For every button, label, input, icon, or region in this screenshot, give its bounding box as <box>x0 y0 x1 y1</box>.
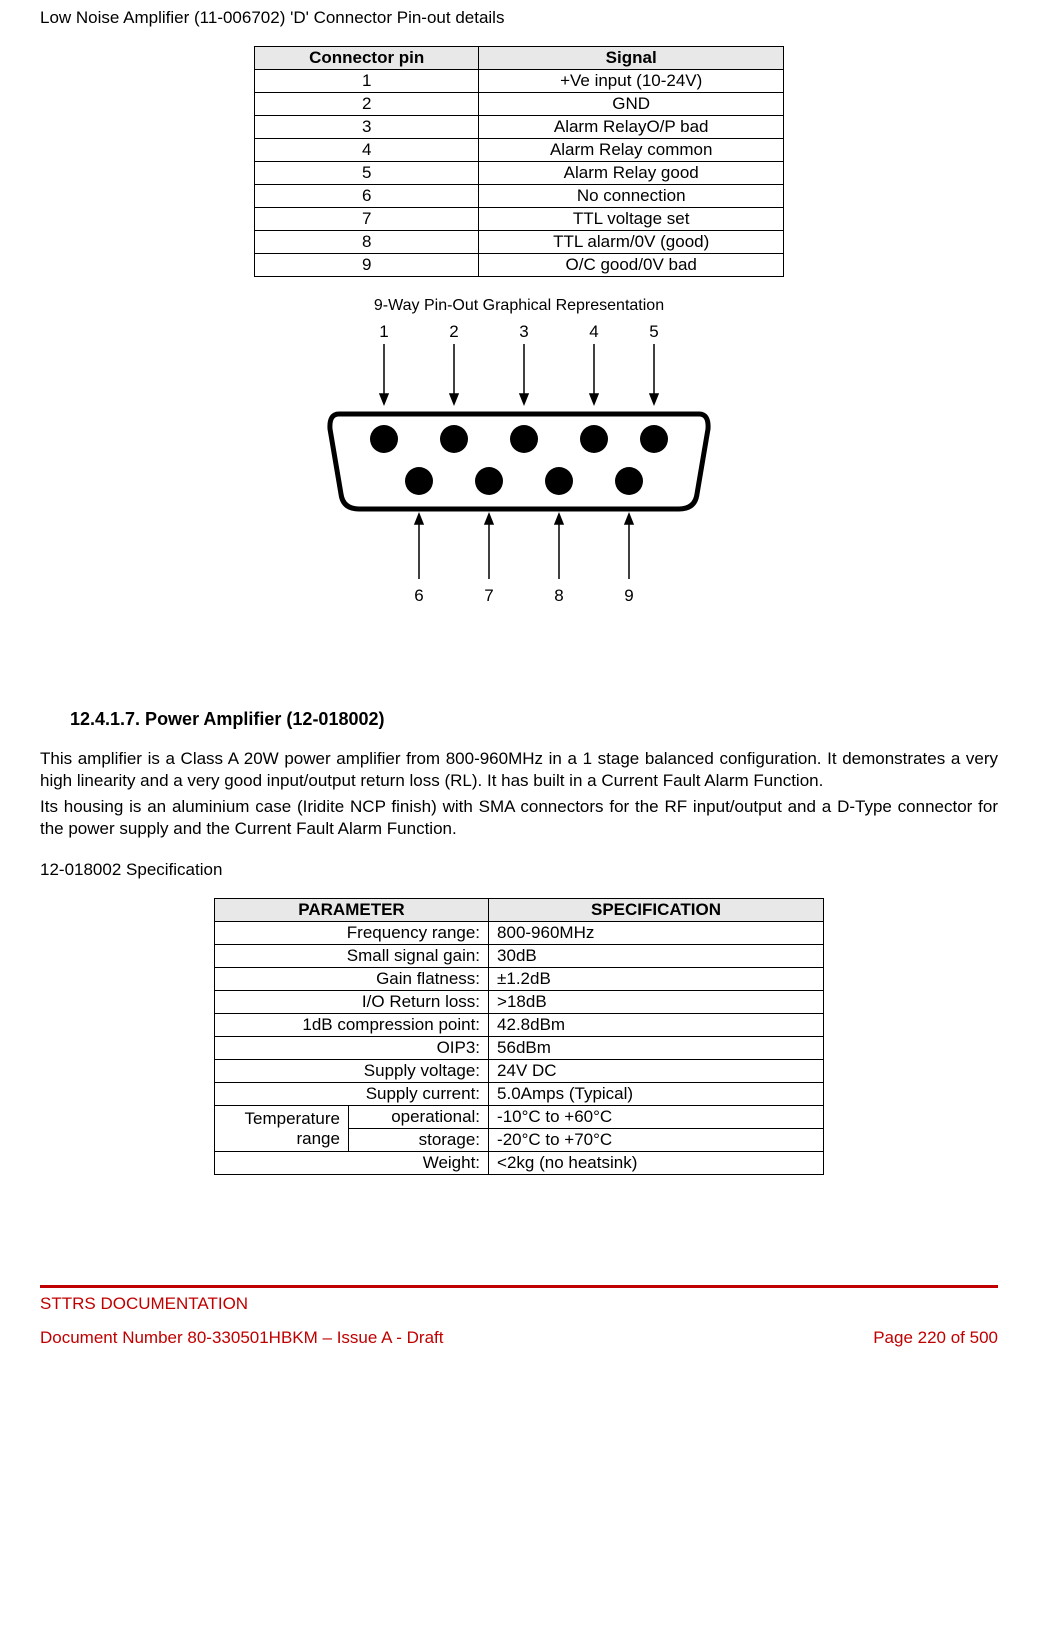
table-row: I/O Return loss:>18dB <box>215 991 824 1014</box>
spec-header-param: PARAMETER <box>215 899 489 922</box>
val-cell: 56dBm <box>489 1037 824 1060</box>
pin-cell: 1 <box>255 70 479 93</box>
pin-label: 1 <box>379 322 388 341</box>
pin-cell: 8 <box>255 231 479 254</box>
table-row: Temperature range operational: -10°C to … <box>215 1106 824 1129</box>
pin-cell: 4 <box>255 139 479 162</box>
signal-cell: TTL voltage set <box>479 208 784 231</box>
connector-pin-icon <box>475 467 503 495</box>
body-paragraph: This amplifier is a Class A 20W power am… <box>40 748 998 792</box>
pin-cell: 9 <box>255 254 479 277</box>
connector-pin-icon <box>440 425 468 453</box>
signal-cell: TTL alarm/0V (good) <box>479 231 784 254</box>
footer-page-number: Page 220 of 500 <box>873 1328 998 1348</box>
table-row: Supply current:5.0Amps (Typical) <box>215 1083 824 1106</box>
table-row: Supply voltage:24V DC <box>215 1060 824 1083</box>
table-row: 1+Ve input (10-24V) <box>255 70 784 93</box>
footer-title: STTRS DOCUMENTATION <box>40 1294 998 1314</box>
param-cell: Weight: <box>215 1152 489 1175</box>
val-cell: ±1.2dB <box>489 968 824 991</box>
pinout-header-pin: Connector pin <box>255 47 479 70</box>
pin-label: 4 <box>589 322 598 341</box>
pin-cell: 3 <box>255 116 479 139</box>
signal-cell: No connection <box>479 185 784 208</box>
val-cell: -10°C to +60°C <box>489 1106 824 1129</box>
table-row: Gain flatness:±1.2dB <box>215 968 824 991</box>
signal-cell: GND <box>479 93 784 116</box>
val-cell: -20°C to +70°C <box>489 1129 824 1152</box>
table-row: OIP3:56dBm <box>215 1037 824 1060</box>
pin-label: 6 <box>414 586 423 605</box>
db9-connector-diagram: 1 2 3 4 5 <box>309 319 729 619</box>
table-row: 9O/C good/0V bad <box>255 254 784 277</box>
val-cell: >18dB <box>489 991 824 1014</box>
param-cell: Supply voltage: <box>215 1060 489 1083</box>
pin-label: 7 <box>484 586 493 605</box>
param-sub-cell: operational: <box>348 1106 488 1129</box>
param-cell: Frequency range: <box>215 922 489 945</box>
pin-label: 3 <box>519 322 528 341</box>
signal-cell: Alarm RelayO/P bad <box>479 116 784 139</box>
param-cell: OIP3: <box>215 1037 489 1060</box>
page-title: Low Noise Amplifier (11-006702) 'D' Conn… <box>40 8 998 28</box>
connector-pin-icon <box>510 425 538 453</box>
param-cell: Small signal gain: <box>215 945 489 968</box>
pin-label: 2 <box>449 322 458 341</box>
signal-cell: Alarm Relay good <box>479 162 784 185</box>
pin-cell: 5 <box>255 162 479 185</box>
val-cell: 42.8dBm <box>489 1014 824 1037</box>
pin-cell: 2 <box>255 93 479 116</box>
param-cell: Gain flatness: <box>215 968 489 991</box>
pin-label: 9 <box>624 586 633 605</box>
connector-pin-icon <box>615 467 643 495</box>
connector-pin-icon <box>370 425 398 453</box>
footer-separator <box>40 1285 998 1288</box>
spec-header-val: SPECIFICATION <box>489 899 824 922</box>
pin-label: 5 <box>649 322 658 341</box>
param-sub-cell: storage: <box>348 1129 488 1152</box>
table-row: 8TTL alarm/0V (good) <box>255 231 784 254</box>
table-row: Small signal gain:30dB <box>215 945 824 968</box>
table-row: 2GND <box>255 93 784 116</box>
pin-cell: 6 <box>255 185 479 208</box>
pinout-header-signal: Signal <box>479 47 784 70</box>
spec-title: 12-018002 Specification <box>40 860 998 880</box>
signal-cell: +Ve input (10-24V) <box>479 70 784 93</box>
param-cell: I/O Return loss: <box>215 991 489 1014</box>
val-cell: 24V DC <box>489 1060 824 1083</box>
val-cell: <2kg (no heatsink) <box>489 1152 824 1175</box>
footer-doc-number: Document Number 80-330501HBKM – Issue A … <box>40 1328 443 1348</box>
val-cell: 5.0Amps (Typical) <box>489 1083 824 1106</box>
connector-pin-icon <box>405 467 433 495</box>
val-cell: 800-960MHz <box>489 922 824 945</box>
table-row: 1dB compression point:42.8dBm <box>215 1014 824 1037</box>
body-paragraph: Its housing is an aluminium case (Iridit… <box>40 796 998 840</box>
connector-pin-icon <box>640 425 668 453</box>
val-cell: 30dB <box>489 945 824 968</box>
pin-cell: 7 <box>255 208 479 231</box>
connector-pin-icon <box>545 467 573 495</box>
spec-table: PARAMETER SPECIFICATION Frequency range:… <box>214 898 824 1175</box>
connector-pin-icon <box>580 425 608 453</box>
connector-caption: 9-Way Pin-Out Graphical Representation <box>40 297 998 315</box>
table-row: 3Alarm RelayO/P bad <box>255 116 784 139</box>
signal-cell: O/C good/0V bad <box>479 254 784 277</box>
signal-cell: Alarm Relay common <box>479 139 784 162</box>
table-row: 6No connection <box>255 185 784 208</box>
table-row: 7TTL voltage set <box>255 208 784 231</box>
pin-label: 8 <box>554 586 563 605</box>
param-cell: 1dB compression point: <box>215 1014 489 1037</box>
table-row: 4Alarm Relay common <box>255 139 784 162</box>
section-heading: 12.4.1.7. Power Amplifier (12-018002) <box>70 709 998 730</box>
table-row: 5Alarm Relay good <box>255 162 784 185</box>
table-row: Weight:<2kg (no heatsink) <box>215 1152 824 1175</box>
pinout-table: Connector pin Signal 1+Ve input (10-24V)… <box>254 46 784 277</box>
param-cell: Supply current: <box>215 1083 489 1106</box>
param-group-cell: Temperature range <box>215 1106 349 1152</box>
table-row: Frequency range:800-960MHz <box>215 922 824 945</box>
